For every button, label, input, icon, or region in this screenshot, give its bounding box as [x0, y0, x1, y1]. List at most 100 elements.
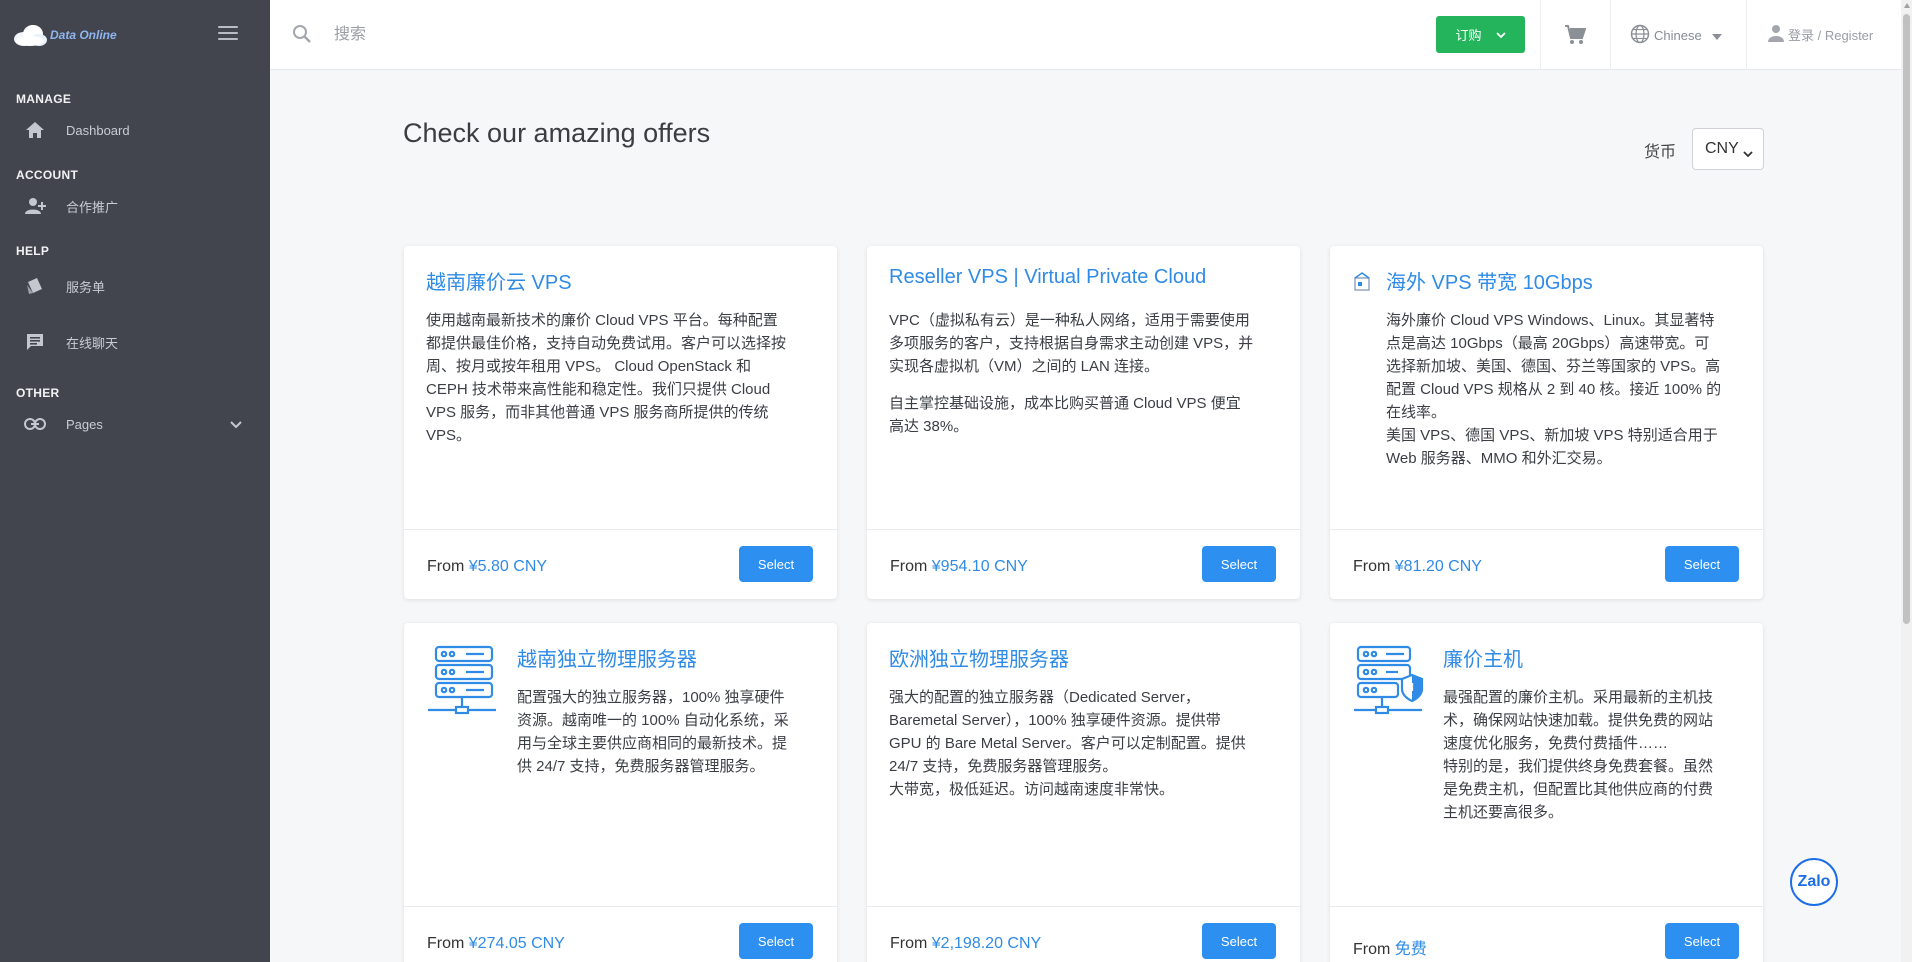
- offer-card-eu-dedicated: 欧洲独立物理服务器 强大的配置的独立服务器（Dedicated Server， …: [867, 623, 1300, 962]
- desc-line: CEPH 技术带来高性能和稳定性。我们只提供 Cloud: [426, 381, 771, 398]
- from-label: From: [890, 935, 928, 952]
- desc-line: 都提供最佳价格，支持自动免费试用。客户可以选择按: [426, 335, 787, 352]
- sidebar-item-dashboard[interactable]: Dashboard: [0, 110, 270, 150]
- offer-card-reseller-vps: Reseller VPS | Virtual Private Cloud VPC…: [867, 246, 1300, 599]
- sidebar-item-label: 服务单: [66, 279, 106, 295]
- page-title: Check our amazing offers: [403, 118, 711, 148]
- offer-footer: From ¥81.20 CNY Select: [1330, 529, 1763, 599]
- offer-title[interactable]: 海外 VPS 带宽 10Gbps: [1386, 266, 1593, 295]
- select-button[interactable]: Select: [739, 546, 813, 582]
- price-value: ¥954.10 CNY: [931, 558, 1028, 575]
- desc-line: 多项服务的客户，支持根据自身需求主动创建 VPS，并: [889, 335, 1254, 352]
- search-input[interactable]: [334, 18, 934, 52]
- select-button[interactable]: Select: [1665, 546, 1739, 582]
- offer-footer: From ¥2,198.20 CNY Select: [867, 906, 1300, 962]
- desc-line: VPS。: [426, 427, 472, 444]
- currency-select[interactable]: CNY: [1692, 128, 1764, 170]
- link-icon: [24, 413, 46, 435]
- offer-card-cheap-hosting: 廉价主机 最强配置的廉价主机。采用最新的主机技 术，确保网站快速加载。提供免费的…: [1330, 623, 1763, 962]
- price-value: 免费: [1394, 941, 1427, 958]
- server-shield-icon: [1352, 645, 1424, 722]
- offer-card-vn-cloud-vps: 越南廉价云 VPS 使用越南最新技术的廉价 Cloud VPS 平台。每种配置 …: [404, 246, 837, 599]
- price-value: ¥81.20 CNY: [1394, 558, 1482, 575]
- offer-footer: From ¥5.80 CNY Select: [404, 529, 837, 599]
- divider: [1610, 0, 1611, 70]
- desc-line: 强大的配置的独立服务器（Dedicated Server，: [889, 689, 1200, 706]
- server-rack-icon: [426, 645, 498, 722]
- price-text: From ¥274.05 CNY: [427, 935, 565, 953]
- broken-image-icon: [1354, 272, 1372, 297]
- user-icon: [1768, 24, 1784, 45]
- price-text: From ¥81.20 CNY: [1353, 558, 1482, 576]
- login-label: 登录 / Register: [1788, 28, 1874, 43]
- sidebar-item-label: Dashboard: [66, 122, 130, 138]
- chevron-down-icon: [1495, 27, 1506, 42]
- language-selector[interactable]: Chinese: [1630, 24, 1722, 47]
- offer-description: 强大的配置的独立服务器（Dedicated Server， Baremetal …: [889, 686, 1293, 801]
- offer-card-overseas-vps: 海外 VPS 带宽 10Gbps 海外廉价 Cloud VPS Windows、…: [1330, 246, 1763, 599]
- order-button[interactable]: 订购: [1436, 16, 1525, 53]
- desc-line: 24/7 支持，免费服务器管理服务。: [889, 758, 1118, 775]
- cloud-logo-icon: [12, 23, 48, 47]
- caret-down-icon: [1711, 28, 1722, 43]
- desc-line: 是免费主机，但配置比其他供应商的付费: [1443, 781, 1714, 798]
- offer-title[interactable]: 越南独立物理服务器: [517, 643, 697, 672]
- offer-footer: From ¥954.10 CNY Select: [867, 529, 1300, 599]
- desc-line: GPU 的 Bare Metal Server。客户可以定制配置。提供: [889, 735, 1246, 752]
- sidebar-item-affiliate[interactable]: 合作推广: [0, 186, 270, 226]
- home-icon: [24, 119, 46, 141]
- offer-title[interactable]: 欧洲独立物理服务器: [889, 643, 1069, 672]
- select-button[interactable]: Select: [1202, 546, 1276, 582]
- desc-line: Baremetal Server），100% 独享硬件资源。提供带: [889, 712, 1221, 729]
- vertical-scrollbar[interactable]: [1901, 0, 1912, 962]
- from-label: From: [427, 935, 465, 952]
- section-help: HELP: [16, 244, 50, 258]
- zalo-chat-button[interactable]: Zalo: [1790, 858, 1838, 906]
- topbar: 订购 Chinese 登录 / Register: [270, 0, 1901, 70]
- desc-line: 使用越南最新技术的廉价 Cloud VPS 平台。每种配置: [426, 312, 778, 329]
- offer-description: VPC（虚拟私有云）是一种私人网络，适用于需要使用 多项服务的客户，支持根据自身…: [889, 309, 1289, 438]
- price-value: ¥2,198.20 CNY: [931, 935, 1042, 952]
- desc-line: 特别的是，我们提供终身免费套餐。虽然: [1443, 758, 1714, 775]
- offer-title[interactable]: Reseller VPS | Virtual Private Cloud: [889, 266, 1206, 289]
- currency-label: 货币: [1644, 144, 1677, 161]
- desc-line: VPC（虚拟私有云）是一种私人网络，适用于需要使用: [889, 312, 1250, 329]
- select-button[interactable]: Select: [1665, 923, 1739, 959]
- scroll-up-arrow-icon[interactable]: [1904, 3, 1910, 8]
- sidebar-item-label: Pages: [66, 416, 103, 432]
- scrollbar-thumb[interactable]: [1903, 14, 1910, 624]
- price-text: From ¥954.10 CNY: [890, 558, 1028, 576]
- chevron-down-icon: [1743, 145, 1753, 163]
- from-label: From: [427, 558, 465, 575]
- sidebar-item-live-chat[interactable]: 在线聊天: [0, 322, 270, 362]
- desc-line: 速度优化服务，免费付费插件……: [1443, 735, 1669, 752]
- desc-line: 实现各虚拟机（VM）之间的 LAN 连接。: [889, 358, 1160, 375]
- desc-line: 在线率。: [1386, 404, 1447, 421]
- offer-title[interactable]: 廉价主机: [1443, 643, 1523, 672]
- price-text: From ¥5.80 CNY: [427, 558, 547, 576]
- price-value: ¥5.80 CNY: [468, 558, 548, 575]
- from-label: From: [1353, 941, 1391, 958]
- menu-toggle-icon[interactable]: [218, 26, 238, 42]
- chat-icon: [24, 331, 46, 353]
- desc-line: 点是高达 10Gbps（最高 20Gbps）高速带宽。可: [1386, 335, 1710, 352]
- section-account: ACCOUNT: [16, 168, 79, 182]
- sidebar-item-label: 在线聊天: [66, 335, 119, 351]
- sidebar-item-tickets[interactable]: 服务单: [0, 266, 270, 306]
- from-label: From: [1353, 558, 1391, 575]
- ticket-icon: [24, 275, 46, 297]
- chevron-down-icon: [230, 417, 242, 432]
- login-register-link[interactable]: 登录 / Register: [1768, 24, 1873, 45]
- select-button[interactable]: Select: [1202, 923, 1276, 959]
- offer-card-vn-dedicated: 越南独立物理服务器 配置强大的独立服务器，100% 独享硬件 资源。越南唯一的 …: [404, 623, 837, 962]
- sidebar-item-pages[interactable]: Pages: [0, 404, 270, 444]
- select-button[interactable]: Select: [739, 923, 813, 959]
- price-text: From ¥2,198.20 CNY: [890, 935, 1041, 953]
- sidebar: Data Online MANAGE Dashboard ACCOUNT 合作推…: [0, 0, 270, 962]
- desc-line: 供 24/7 支持，免费服务器管理服务。: [517, 758, 765, 775]
- offer-description: 配置强大的独立服务器，100% 独享硬件 资源。越南唯一的 100% 自动化系统…: [517, 686, 827, 778]
- brand: Data Online: [0, 0, 270, 70]
- cart-icon[interactable]: [1564, 24, 1587, 51]
- offer-title[interactable]: 越南廉价云 VPS: [426, 266, 572, 295]
- desc-line: 用与全球主要供应商相同的最新技术。提: [517, 735, 788, 752]
